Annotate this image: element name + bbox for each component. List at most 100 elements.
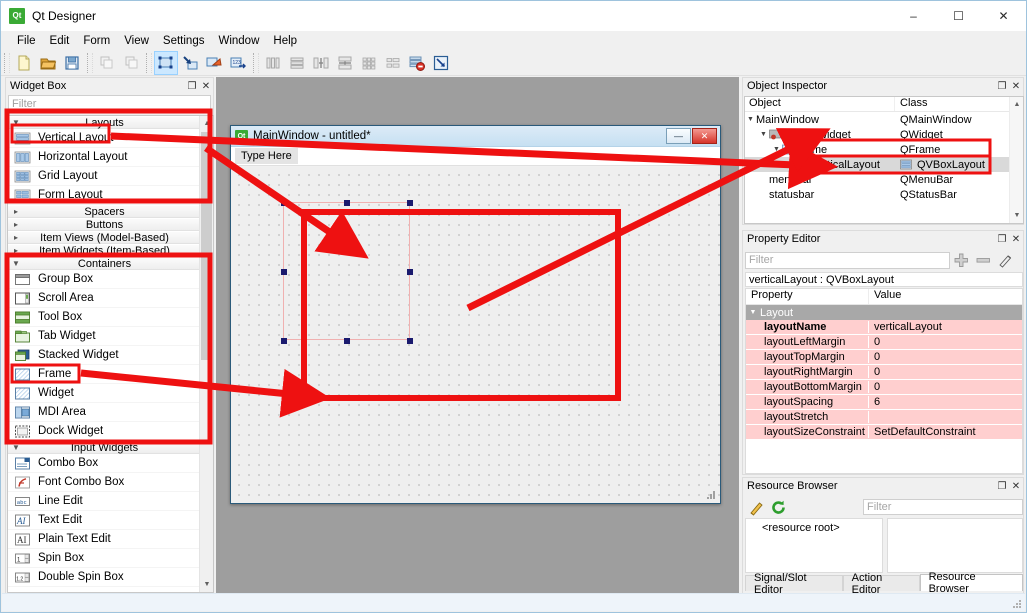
menubar-type-here[interactable]: Type Here — [235, 148, 298, 164]
scroll-up-icon[interactable]: ▲ — [1010, 97, 1023, 112]
resource-filter-input[interactable]: Filter — [863, 499, 1023, 515]
chevron-down-icon[interactable]: ▼ — [746, 309, 760, 316]
property-row-layoutbottommargin[interactable]: layoutBottomMargin 0 — [746, 380, 1022, 395]
tree-row-verticallayout[interactable]: verticalLayout QVBoxLayout — [745, 157, 1023, 172]
widget-item-stacked-widget[interactable]: Stacked Widget — [8, 346, 199, 365]
widget-item-line-edit[interactable]: abc Line Edit — [8, 492, 199, 511]
chevron-down-icon[interactable]: ▼ — [771, 146, 782, 153]
close-icon[interactable]: ✕ — [1009, 479, 1023, 493]
new-form-icon[interactable] — [12, 51, 36, 75]
property-row-layoutsizeconstraint[interactable]: layoutSizeConstraint SetDefaultConstrain… — [746, 425, 1022, 440]
property-row-layouttopmargin[interactable]: layoutTopMargin 0 — [746, 350, 1022, 365]
float-icon[interactable]: ❐ — [995, 79, 1009, 93]
category-header-input-widgets[interactable]: ▼ Input Widgets — [8, 441, 199, 454]
scroll-down-icon[interactable]: ▼ — [1010, 208, 1023, 223]
property-value[interactable]: SetDefaultConstraint — [869, 426, 1022, 438]
close-icon[interactable]: ✕ — [1009, 232, 1023, 246]
category-header-layouts[interactable]: ▼ Layouts — [8, 116, 199, 129]
widget-item-text-edit[interactable]: AI Text Edit — [8, 511, 199, 530]
configure-property-icon[interactable] — [994, 251, 1016, 270]
form-window-titlebar[interactable]: Qt MainWindow - untitled* — ✕ — [231, 126, 720, 147]
layout-splitter-horizontal-icon[interactable] — [309, 51, 333, 75]
resize-handle-bottom-left[interactable] — [281, 338, 287, 344]
menu-form[interactable]: Form — [76, 33, 117, 49]
float-icon[interactable]: ❐ — [995, 479, 1009, 493]
edit-resources-icon[interactable] — [745, 498, 767, 517]
tree-row-frame[interactable]: ▼ frame QFrame — [745, 142, 1023, 157]
category-header-item-widgets[interactable]: ▸ Item Widgets (Item-Based) — [8, 244, 199, 257]
category-header-spacers[interactable]: ▸ Spacers — [8, 205, 199, 218]
property-row-layoutleftmargin[interactable]: layoutLeftMargin 0 — [746, 335, 1022, 350]
property-row-layoutstretch[interactable]: layoutStretch — [746, 410, 1022, 425]
menu-file[interactable]: File — [10, 33, 43, 49]
property-row-layoutrightmargin[interactable]: layoutRightMargin 0 — [746, 365, 1022, 380]
property-value[interactable]: 0 — [869, 336, 1022, 348]
menu-view[interactable]: View — [117, 33, 156, 49]
widget-box-scrollbar[interactable]: ▲ ▼ — [199, 116, 213, 592]
form-close-button[interactable]: ✕ — [692, 128, 717, 144]
widget-item-group-box[interactable]: Group Box — [8, 270, 199, 289]
edit-signals-slots-mode-icon[interactable] — [178, 51, 202, 75]
menu-edit[interactable]: Edit — [43, 33, 77, 49]
tree-row-mainwindow[interactable]: ▼ MainWindow QMainWindow — [745, 112, 1023, 127]
undo-icon[interactable] — [95, 51, 119, 75]
form-resize-grip[interactable] — [705, 489, 717, 501]
redo-icon[interactable] — [119, 51, 143, 75]
property-row-layoutspacing[interactable]: layoutSpacing 6 — [746, 395, 1022, 410]
scroll-thumb[interactable] — [201, 132, 212, 360]
edit-widgets-mode-icon[interactable] — [154, 50, 178, 75]
form-menubar[interactable]: Type Here — [231, 147, 720, 166]
minimize-button[interactable]: – — [891, 1, 936, 31]
property-row-layoutname[interactable]: layoutName verticalLayout — [746, 320, 1022, 335]
form-canvas[interactable] — [231, 167, 720, 503]
toolbar-grip-3[interactable] — [146, 52, 152, 73]
resize-handle-top-center[interactable] — [344, 200, 350, 206]
tree-row-menubar[interactable]: menubar QMenuBar — [745, 172, 1023, 187]
menu-window[interactable]: Window — [211, 33, 266, 49]
category-header-buttons[interactable]: ▸ Buttons — [8, 218, 199, 231]
widget-item-scroll-area[interactable]: Scroll Area — [8, 289, 199, 308]
widget-item-double-spin-box[interactable]: 1.2 Double Spin Box — [8, 568, 199, 587]
selected-frame-widget[interactable] — [281, 200, 413, 344]
widget-box-filter-input[interactable]: Filter — [8, 95, 211, 113]
tab-resource-browser[interactable]: Resource Browser — [919, 571, 1023, 595]
layout-grid-icon[interactable] — [357, 51, 381, 75]
widget-item-tab-widget[interactable]: Tab Widget — [8, 327, 199, 346]
layout-form-icon[interactable] — [381, 51, 405, 75]
remove-property-icon[interactable] — [972, 251, 994, 270]
float-icon[interactable]: ❐ — [185, 79, 199, 93]
edit-buddies-mode-icon[interactable] — [202, 51, 226, 75]
chevron-down-icon[interactable]: ▼ — [758, 131, 769, 138]
widget-item-frame[interactable]: Frame — [8, 365, 199, 384]
add-property-icon[interactable] — [950, 251, 972, 270]
widget-item-form-layout[interactable]: Form Layout — [8, 186, 199, 205]
tab-signal-slot-editor[interactable]: Signal/Slot Editor — [745, 572, 843, 596]
widget-item-grid-layout[interactable]: Grid Layout — [8, 167, 199, 186]
menu-help[interactable]: Help — [266, 33, 304, 49]
object-inspector-scrollbar[interactable]: ▲ ▼ — [1009, 97, 1023, 223]
resize-handle-top-right[interactable] — [407, 200, 413, 206]
property-value[interactable]: 6 — [869, 396, 1022, 408]
chevron-down-icon[interactable]: ▼ — [745, 116, 756, 123]
property-value[interactable]: 0 — [869, 381, 1022, 393]
close-icon[interactable]: ✕ — [1009, 79, 1023, 93]
resize-handle-bottom-right[interactable] — [407, 338, 413, 344]
close-icon[interactable]: ✕ — [199, 79, 213, 93]
property-value[interactable]: verticalLayout — [869, 321, 1022, 333]
property-group-layout[interactable]: ▼ Layout — [746, 305, 1022, 320]
window-resize-grip[interactable] — [1011, 598, 1023, 610]
property-filter-input[interactable]: Filter — [745, 251, 950, 269]
save-form-icon[interactable] — [60, 51, 84, 75]
widget-item-combo-box[interactable]: Combo Box — [8, 454, 199, 473]
property-value[interactable]: 0 — [869, 351, 1022, 363]
tab-action-editor[interactable]: Action Editor — [842, 572, 920, 596]
toolbar-grip-4[interactable] — [253, 52, 259, 73]
resize-handle-bottom-center[interactable] — [344, 338, 350, 344]
adjust-size-icon[interactable] — [429, 51, 453, 75]
reload-resources-icon[interactable] — [767, 498, 789, 517]
edit-tab-order-mode-icon[interactable]: 123 — [226, 51, 250, 75]
layout-horizontally-icon[interactable] — [261, 51, 285, 75]
scroll-up-icon[interactable]: ▲ — [200, 116, 213, 131]
open-form-icon[interactable] — [36, 51, 60, 75]
toolbar-grip[interactable] — [4, 52, 10, 73]
